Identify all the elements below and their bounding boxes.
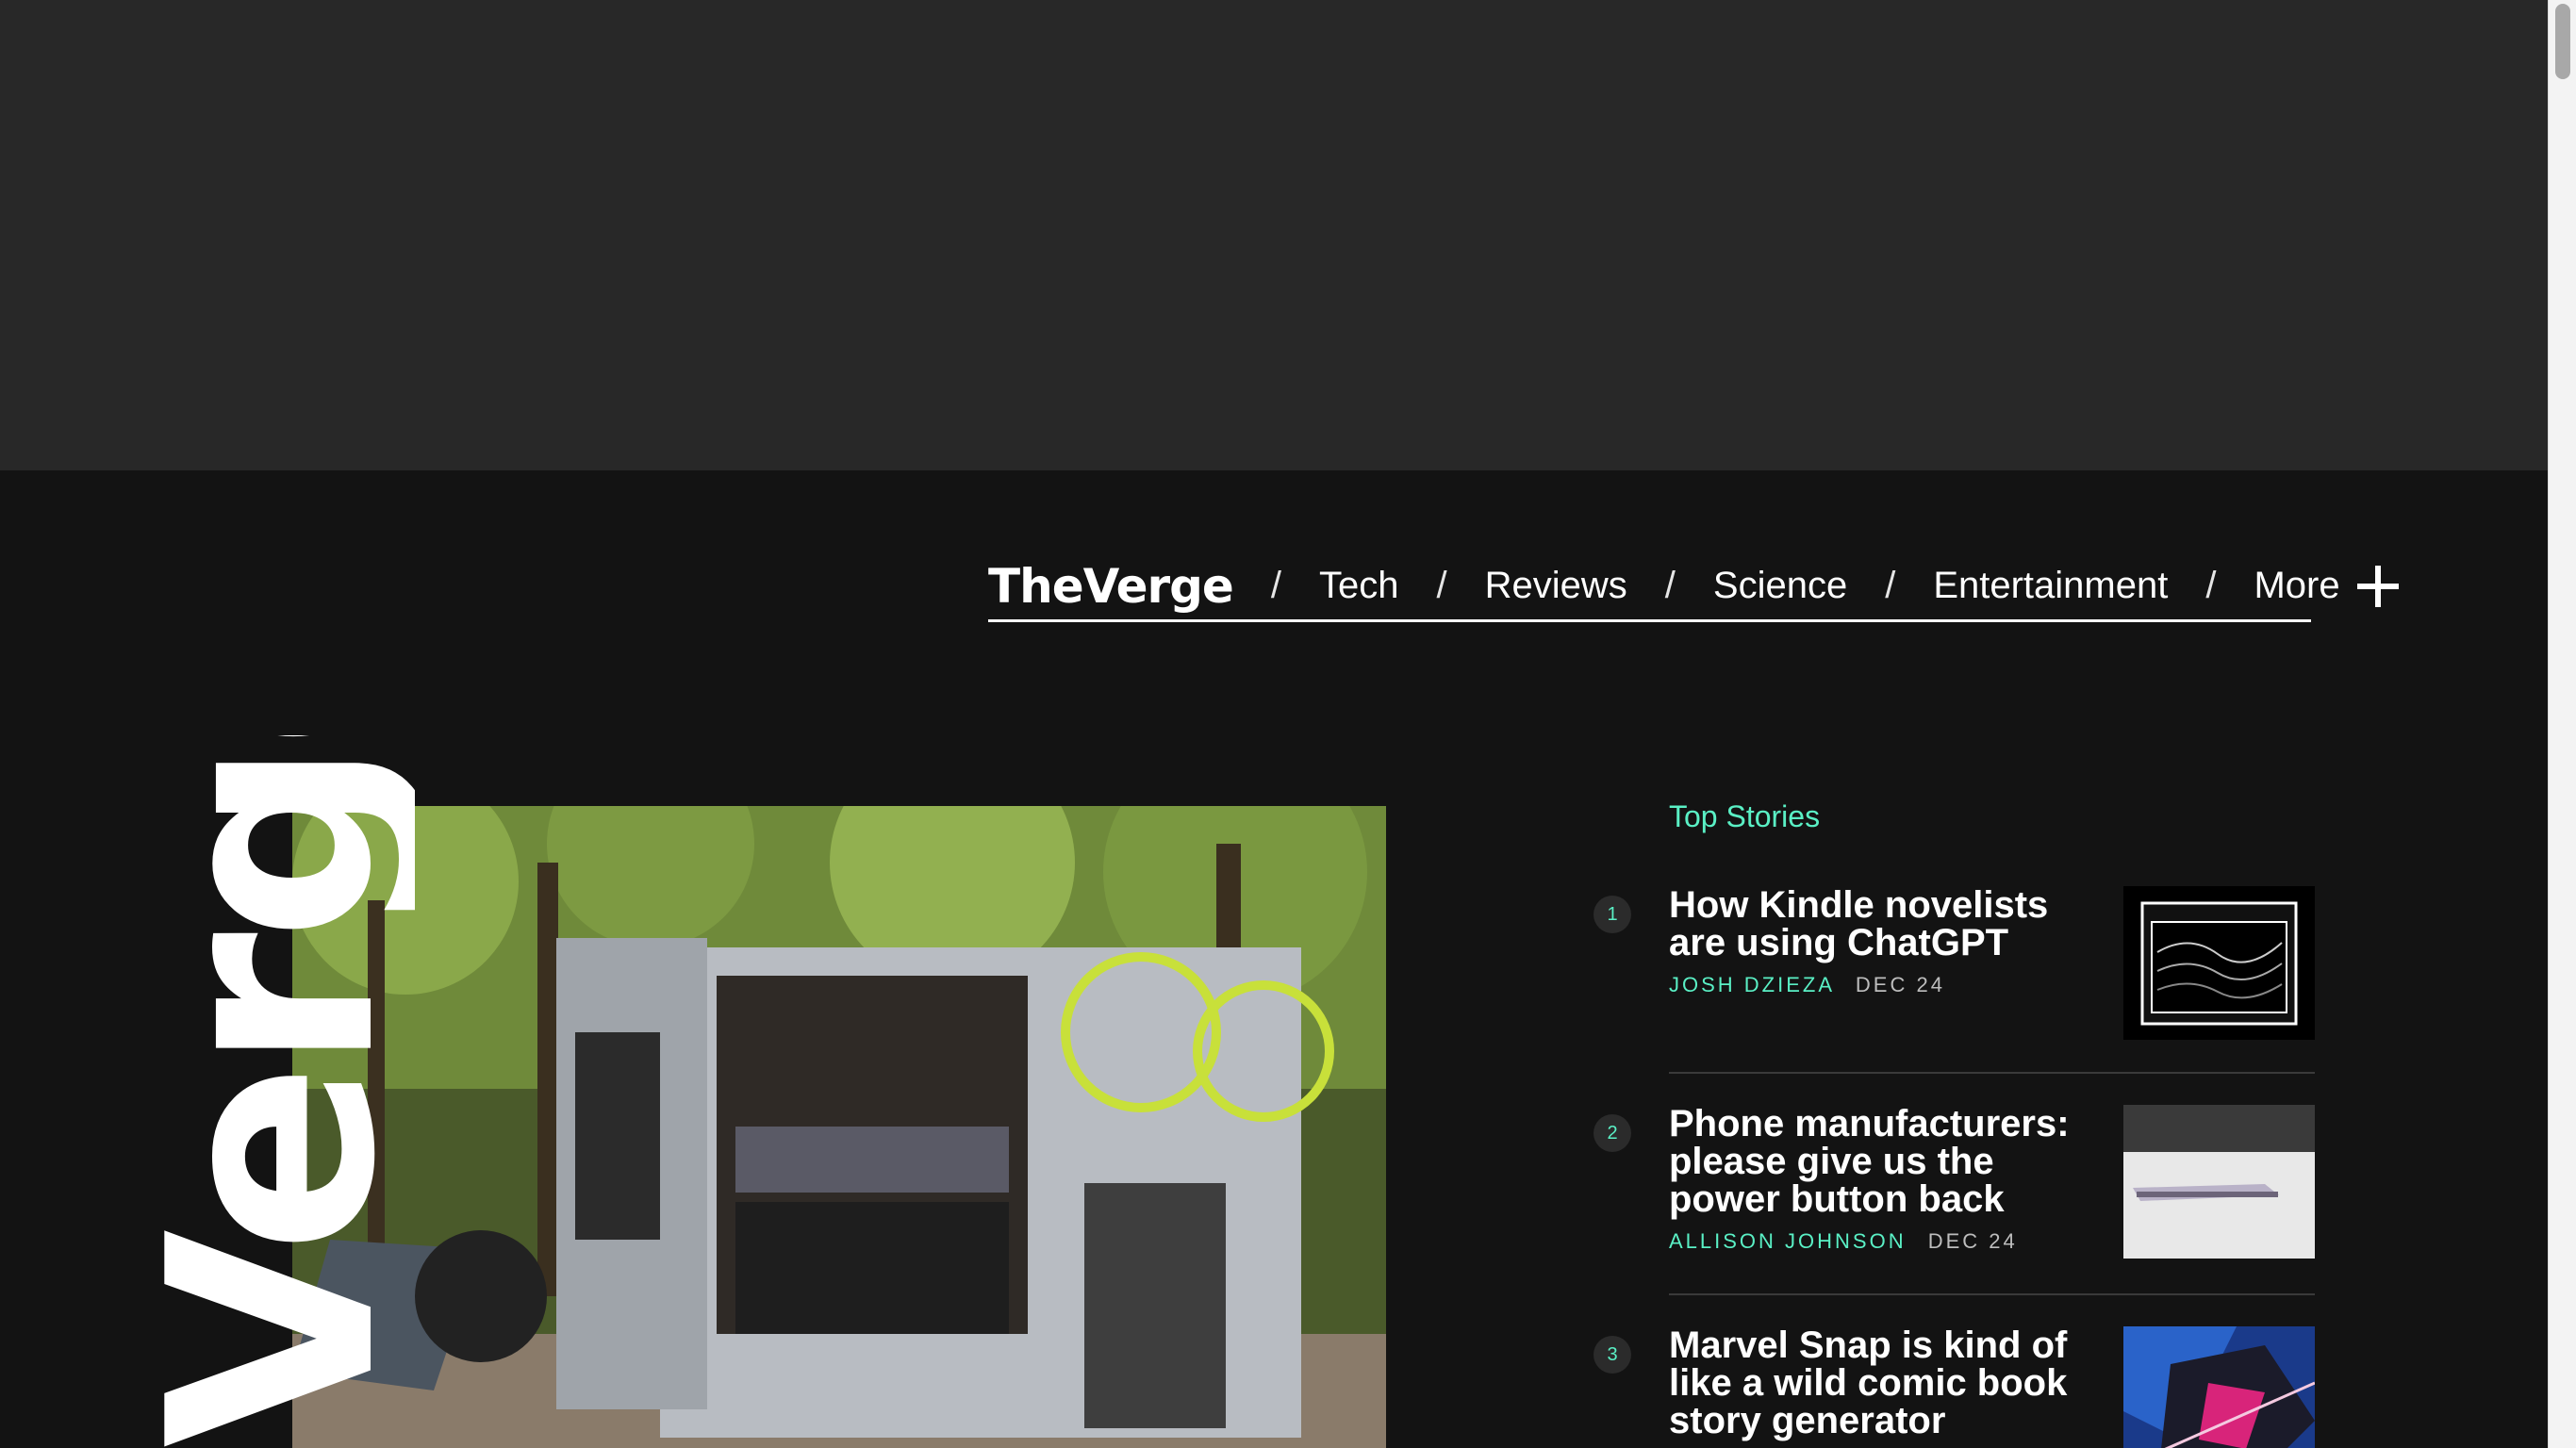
ad-banner-area [0, 0, 2548, 470]
nav-link-reviews[interactable]: Reviews [1485, 565, 1627, 607]
nav-separator: / [2205, 565, 2217, 606]
hero-image-van[interactable] [292, 806, 1386, 1448]
story-date: DEC 24 [1927, 1229, 2018, 1253]
story-author[interactable]: JOSH DZIEZA [1669, 973, 1834, 996]
hero-side-logo: Verge [132, 735, 415, 1448]
nav-link-science[interactable]: Science [1713, 565, 1847, 607]
top-stories-heading: Top Stories [1669, 799, 1821, 833]
scrollbar-thumb[interactable] [2555, 4, 2570, 79]
nav-link-entertainment[interactable]: Entertainment [1933, 565, 2168, 607]
story-headline[interactable]: Phone manufacturers: please give us the … [1669, 1105, 2103, 1218]
nav-separator: / [1664, 565, 1676, 606]
page-scrollbar[interactable] [2548, 0, 2576, 1448]
story-rank: 3 [1593, 1336, 1631, 1374]
story-author[interactable]: ALLISON JOHNSON [1669, 1229, 1907, 1253]
nav-link-more[interactable]: More [2254, 565, 2339, 607]
verge-logo[interactable]: TheVerge [988, 558, 1234, 615]
nav-separator: / [1270, 565, 1281, 606]
story-rank: 1 [1593, 896, 1631, 933]
story-divider [1669, 1293, 2315, 1295]
story-thumbnail[interactable] [2123, 886, 2315, 1040]
computer-window-illustration-icon [2123, 886, 2315, 1040]
story-thumbnail[interactable] [2123, 1326, 2315, 1448]
story-thumbnail[interactable] [2123, 1105, 2315, 1259]
nav-separator: / [1436, 565, 1447, 606]
story-headline[interactable]: How Kindle novelists are using ChatGPT [1669, 886, 2103, 962]
van-in-forest-photo [292, 806, 1386, 1448]
story-divider [1669, 1072, 2315, 1074]
nav-separator: / [1885, 565, 1896, 606]
story-rank: 2 [1593, 1114, 1631, 1152]
story-headline[interactable]: Marvel Snap is kind of like a wild comic… [1669, 1326, 2103, 1440]
nav-link-tech[interactable]: Tech [1319, 565, 1399, 607]
phone-on-table-photo-icon [2123, 1105, 2315, 1259]
story-date: DEC 24 [1855, 973, 1945, 996]
spider-man-artwork-icon [2123, 1326, 2315, 1448]
main-nav: TheVerge / Tech / Reviews / Science / En… [988, 552, 2399, 622]
